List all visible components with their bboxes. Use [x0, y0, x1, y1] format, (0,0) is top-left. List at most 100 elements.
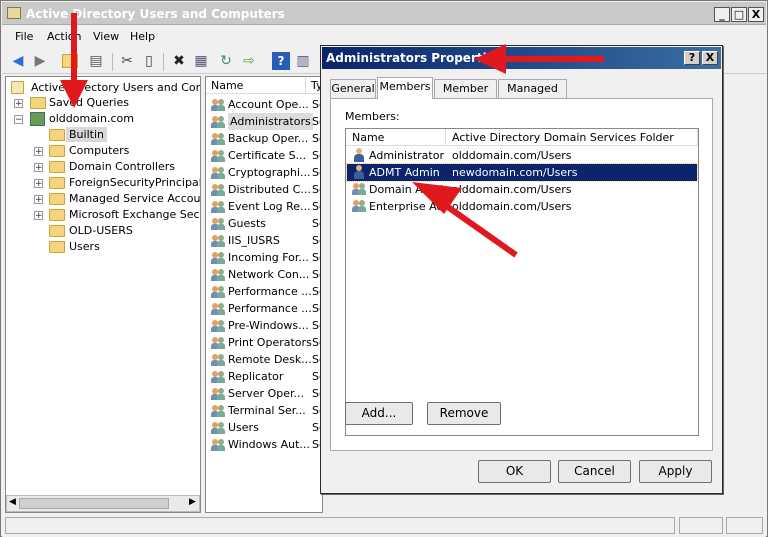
dialog-close-button[interactable]: X: [702, 51, 718, 65]
expand-icon[interactable]: +: [34, 195, 43, 205]
list-item[interactable]: Incoming For...: [228, 249, 309, 266]
list-item[interactable]: Backup Oper...: [228, 130, 308, 147]
tree-item-users[interactable]: Users: [69, 240, 100, 253]
group-icon: [211, 404, 225, 417]
list-item[interactable]: Terminal Ser...: [228, 402, 306, 419]
tab-managed-by[interactable]: Managed By: [498, 79, 567, 113]
list-item[interactable]: Users: [228, 419, 259, 436]
status-panel: [679, 517, 723, 534]
group-icon: [211, 98, 225, 111]
user-icon: [352, 148, 366, 162]
maximize-button[interactable]: □: [731, 7, 747, 22]
expand-icon[interactable]: +: [34, 163, 43, 173]
list-item[interactable]: Event Log Re...: [228, 198, 311, 215]
dialog-help-button[interactable]: ?: [684, 51, 700, 65]
export-list-icon[interactable]: ⇨: [240, 52, 258, 70]
ok-button[interactable]: OK: [478, 460, 551, 483]
member-folder: olddomain.com/Users: [452, 200, 572, 213]
tree-item-managed-service-accounts[interactable]: Managed Service Accounts: [69, 192, 200, 205]
list-item[interactable]: Administrators: [228, 113, 313, 130]
list-item[interactable]: Account Ope...: [228, 96, 309, 113]
tree-item-computers[interactable]: Computers: [69, 144, 129, 157]
list-item[interactable]: Replicator: [228, 368, 283, 385]
help-icon[interactable]: ?: [272, 52, 290, 70]
scroll-left-icon[interactable]: ◀: [9, 497, 16, 507]
cut-icon[interactable]: ✂: [118, 52, 136, 70]
tab-general[interactable]: General: [330, 79, 376, 98]
tab-member-of[interactable]: Member Of: [434, 79, 497, 113]
member-row[interactable]: Administrator olddomain.com/Users: [347, 147, 697, 164]
properties-icon[interactable]: ▦: [192, 52, 210, 70]
menu-action[interactable]: Action: [47, 30, 81, 43]
tree-item-exchange-security[interactable]: Microsoft Exchange Securit: [69, 208, 200, 221]
tree-horizontal-scrollbar[interactable]: ◀ ▶: [6, 495, 200, 512]
tab-members[interactable]: Members: [377, 77, 433, 99]
group-icon: [211, 234, 225, 247]
column-header-name[interactable]: Name: [206, 77, 306, 94]
list-item[interactable]: Performance ...: [228, 300, 312, 317]
list-item[interactable]: Remote Desk...: [228, 351, 312, 368]
tree-item-domain[interactable]: olddomain.com: [49, 112, 134, 125]
scroll-right-icon[interactable]: ▶: [189, 497, 196, 507]
list-item[interactable]: Pre-Windows...: [228, 317, 309, 334]
menu-view[interactable]: View: [93, 30, 119, 43]
cancel-button[interactable]: Cancel: [558, 460, 631, 483]
delete-icon[interactable]: ✖: [170, 52, 188, 70]
list-item[interactable]: Network Con...: [228, 266, 309, 283]
group-icon: [211, 336, 225, 349]
tree-item-old-users[interactable]: OLD-USERS: [69, 224, 133, 237]
forward-arrow-icon[interactable]: ▶: [31, 52, 49, 70]
member-name: Domain Admins: [369, 183, 456, 196]
menu-bar: File Action View Help: [2, 26, 766, 47]
tree-item-saved-queries[interactable]: Saved Queries: [49, 96, 129, 109]
list-item[interactable]: Certificate S...: [228, 147, 306, 164]
back-arrow-icon[interactable]: ◀: [9, 52, 27, 70]
collapse-icon[interactable]: −: [14, 115, 23, 125]
list-view-icon[interactable]: ▤: [87, 52, 105, 70]
list-item[interactable]: Cryptographi...: [228, 164, 310, 181]
member-row[interactable]: ADMT Admin newdomain.com/Users: [346, 163, 698, 182]
remove-button[interactable]: Remove: [427, 402, 501, 425]
user-icon: [352, 165, 366, 179]
expand-icon[interactable]: +: [34, 211, 43, 221]
title-bar: Active Directory Users and Computers _ □…: [2, 2, 766, 25]
list-item[interactable]: Performance ...: [228, 283, 312, 300]
console-icon[interactable]: ▥: [294, 52, 312, 70]
list-item[interactable]: Print Operators: [228, 334, 312, 351]
status-panel: [726, 517, 763, 534]
apply-button[interactable]: Apply: [639, 460, 712, 483]
tree-item-domain-controllers[interactable]: Domain Controllers: [69, 160, 175, 173]
members-label: Members:: [345, 110, 400, 123]
minimize-button[interactable]: _: [714, 7, 730, 22]
list-item[interactable]: Distributed C...: [228, 181, 311, 198]
member-row[interactable]: Domain Admins olddomain.com/Users: [347, 181, 697, 198]
refresh-icon[interactable]: ↻: [217, 52, 235, 70]
member-row[interactable]: Enterprise Ad... olddomain.com/Users: [347, 198, 697, 215]
list-item[interactable]: Server Oper...: [228, 385, 304, 402]
folder-icon: [30, 97, 46, 109]
list-item[interactable]: IIS_IUSRS: [228, 232, 280, 249]
folder-icon: [49, 129, 65, 141]
expand-icon[interactable]: +: [34, 147, 43, 157]
add-button[interactable]: Add...: [345, 402, 413, 425]
copy-icon[interactable]: ▯: [140, 52, 158, 70]
group-icon: [211, 285, 225, 298]
snapin-icon: [11, 81, 24, 94]
group-icon: [211, 421, 225, 434]
members-column-folder[interactable]: Active Directory Domain Services Folder: [446, 129, 698, 146]
expand-icon[interactable]: +: [14, 99, 23, 109]
close-button[interactable]: X: [748, 7, 764, 22]
list-item[interactable]: Windows Aut...: [228, 436, 310, 453]
members-list[interactable]: Name Active Directory Domain Services Fo…: [345, 128, 699, 436]
tree-item-builtin[interactable]: Builtin: [66, 127, 107, 142]
folder-icon: [49, 145, 65, 157]
folder-up-icon[interactable]: [62, 54, 78, 68]
expand-icon[interactable]: +: [34, 179, 43, 189]
toolbar-separator: [112, 53, 113, 71]
members-column-name[interactable]: Name: [346, 129, 446, 146]
menu-help[interactable]: Help: [130, 30, 155, 43]
scrollbar-thumb[interactable]: [19, 498, 169, 509]
list-item[interactable]: Guests: [228, 215, 266, 232]
tree-item-foreign-security-principals[interactable]: ForeignSecurityPrincipals: [69, 176, 200, 189]
menu-file[interactable]: File: [15, 30, 33, 43]
